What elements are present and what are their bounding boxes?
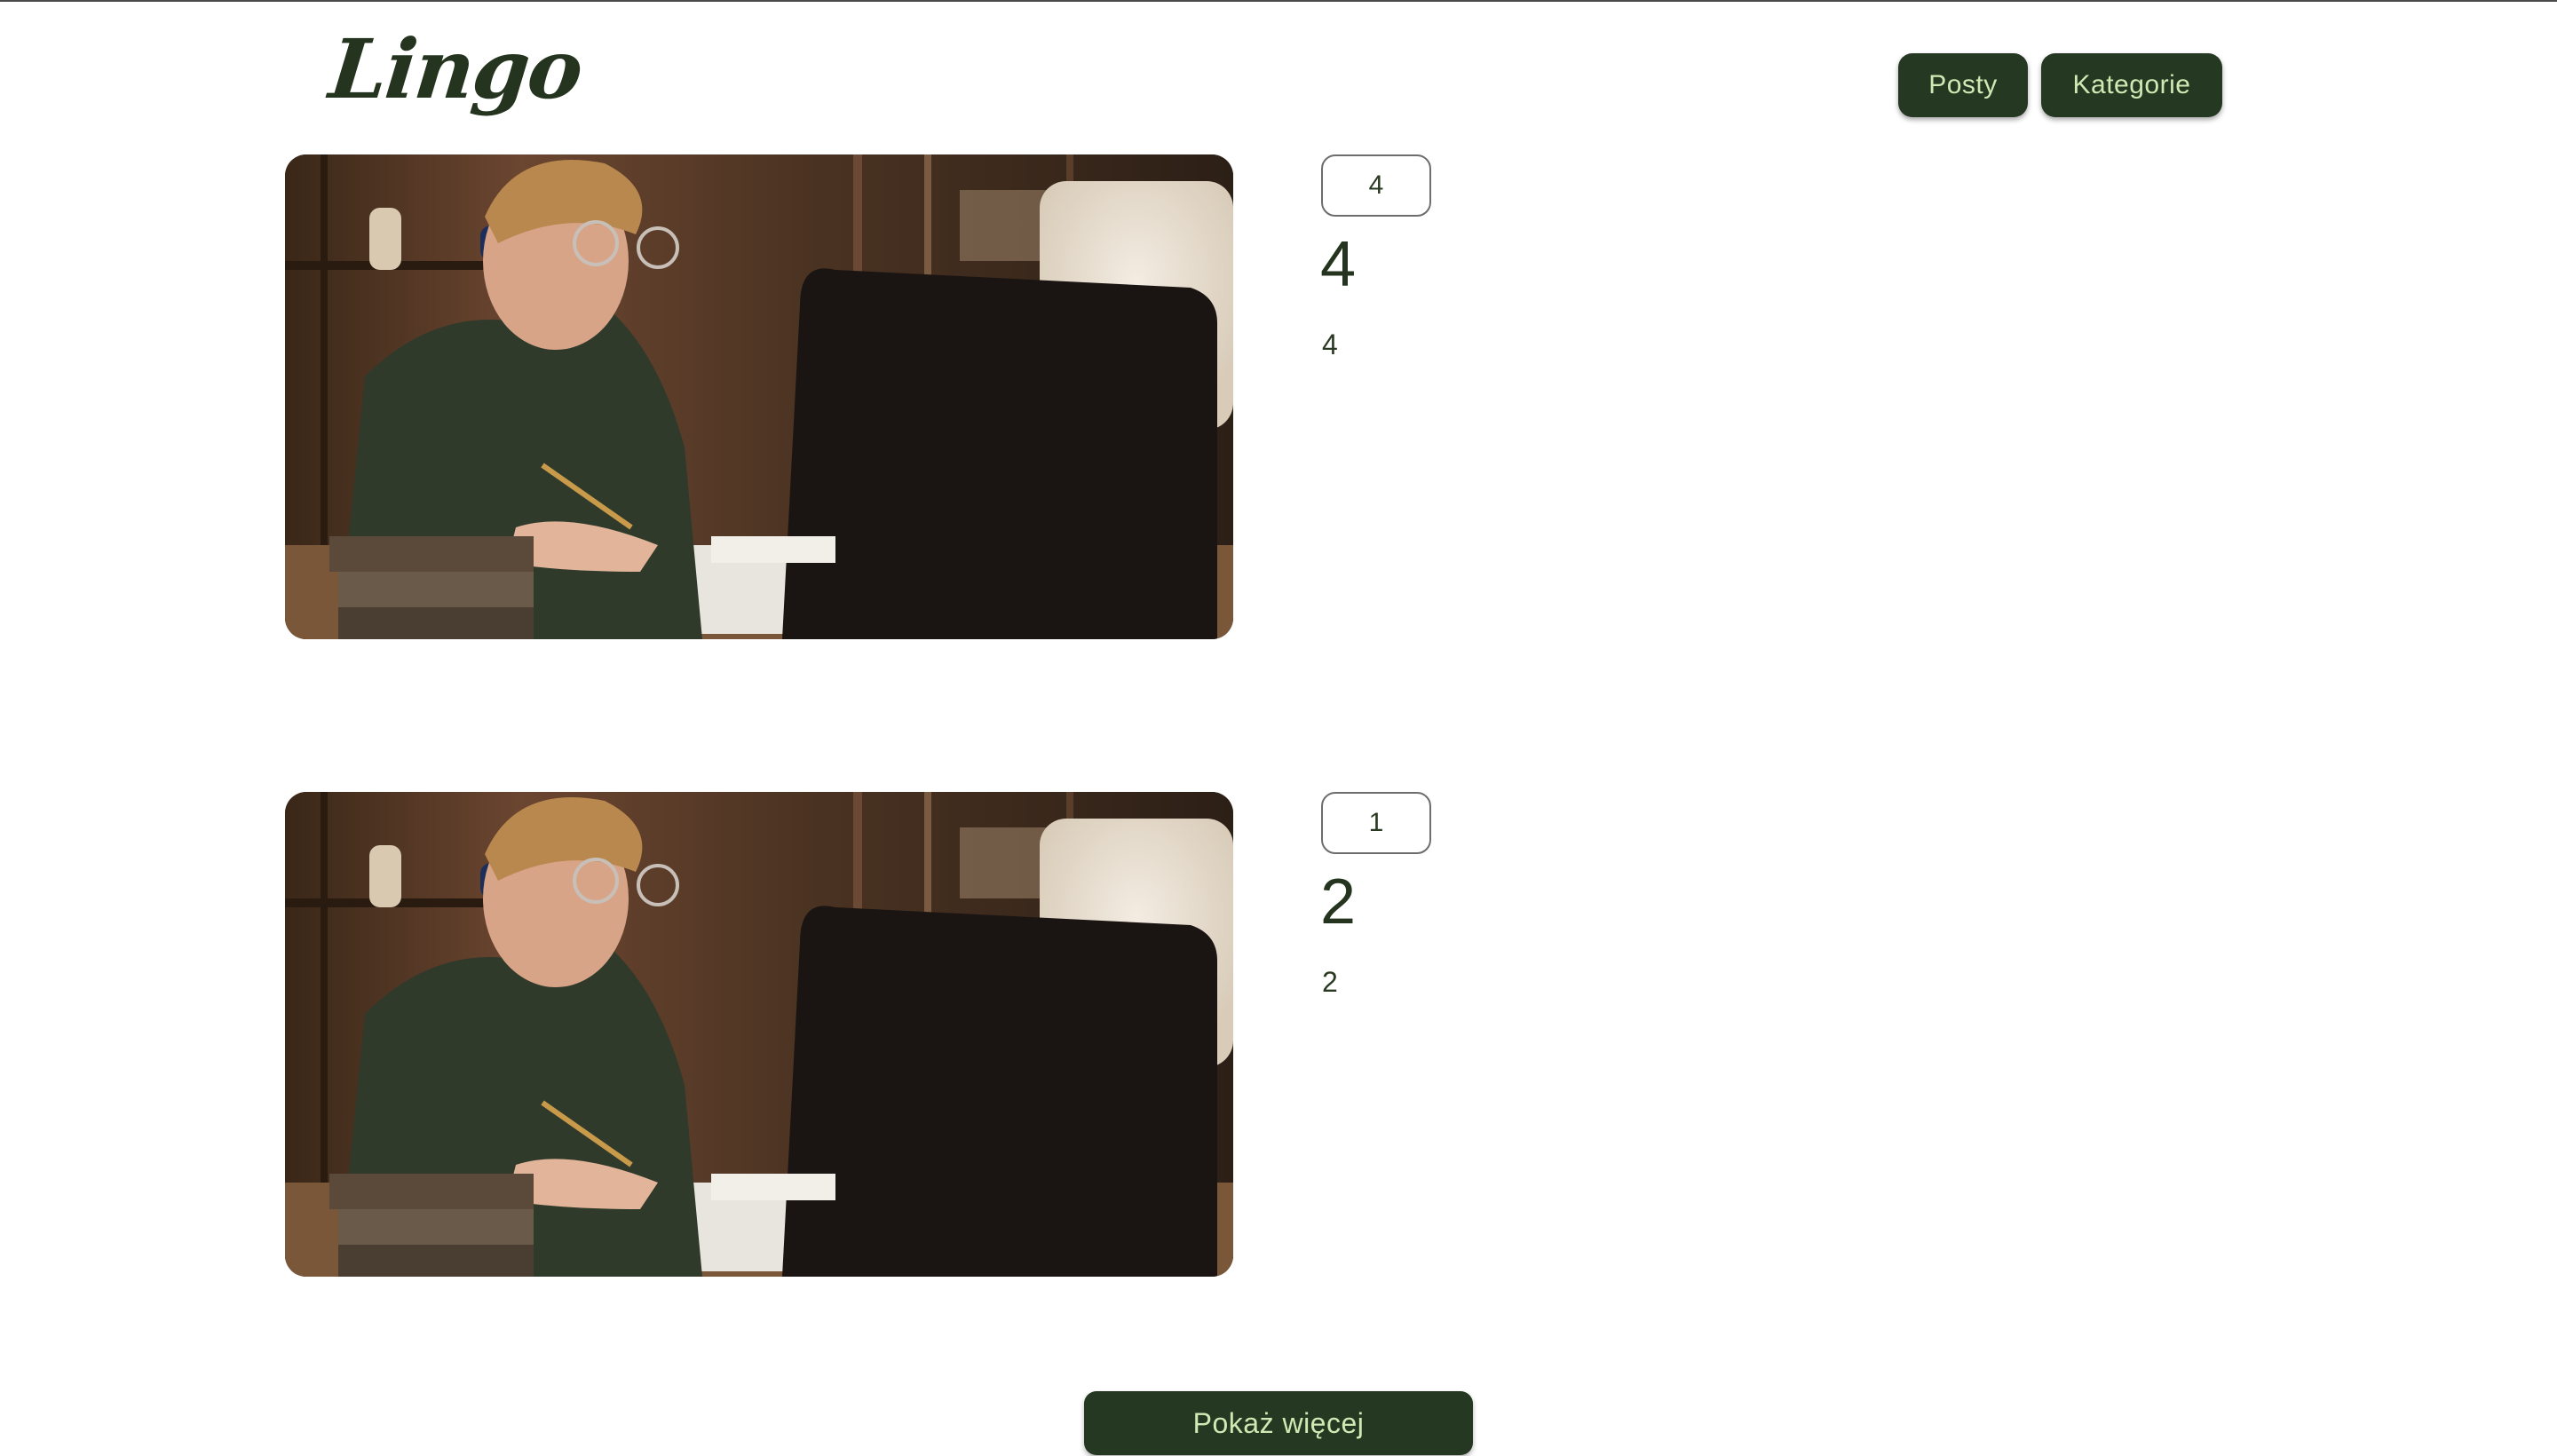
photo-man-studying-icon: [285, 792, 1233, 1277]
post-excerpt: 2: [1322, 966, 1338, 998]
nav-categories-button[interactable]: Kategorie: [2041, 53, 2222, 117]
photo-man-studying-icon: [285, 154, 1233, 639]
post-excerpt: 4: [1322, 328, 1338, 360]
post-title[interactable]: 4: [1320, 233, 1356, 297]
post-image[interactable]: [285, 792, 1233, 1277]
category-badge[interactable]: 4: [1321, 154, 1431, 217]
page: Lingo Posty Kategorie 4 4 4 1 2 2 Pokaż …: [0, 0, 2557, 1456]
post-card: 1 2 2: [285, 792, 2327, 1277]
logo[interactable]: Lingo: [325, 21, 586, 117]
nav-posts-button[interactable]: Posty: [1898, 53, 2028, 117]
post-card: 4 4 4: [285, 154, 2327, 639]
post-title[interactable]: 2: [1320, 870, 1356, 934]
show-more-button[interactable]: Pokaż więcej: [1084, 1391, 1473, 1455]
category-badge[interactable]: 1: [1321, 792, 1431, 854]
post-image[interactable]: [285, 154, 1233, 639]
